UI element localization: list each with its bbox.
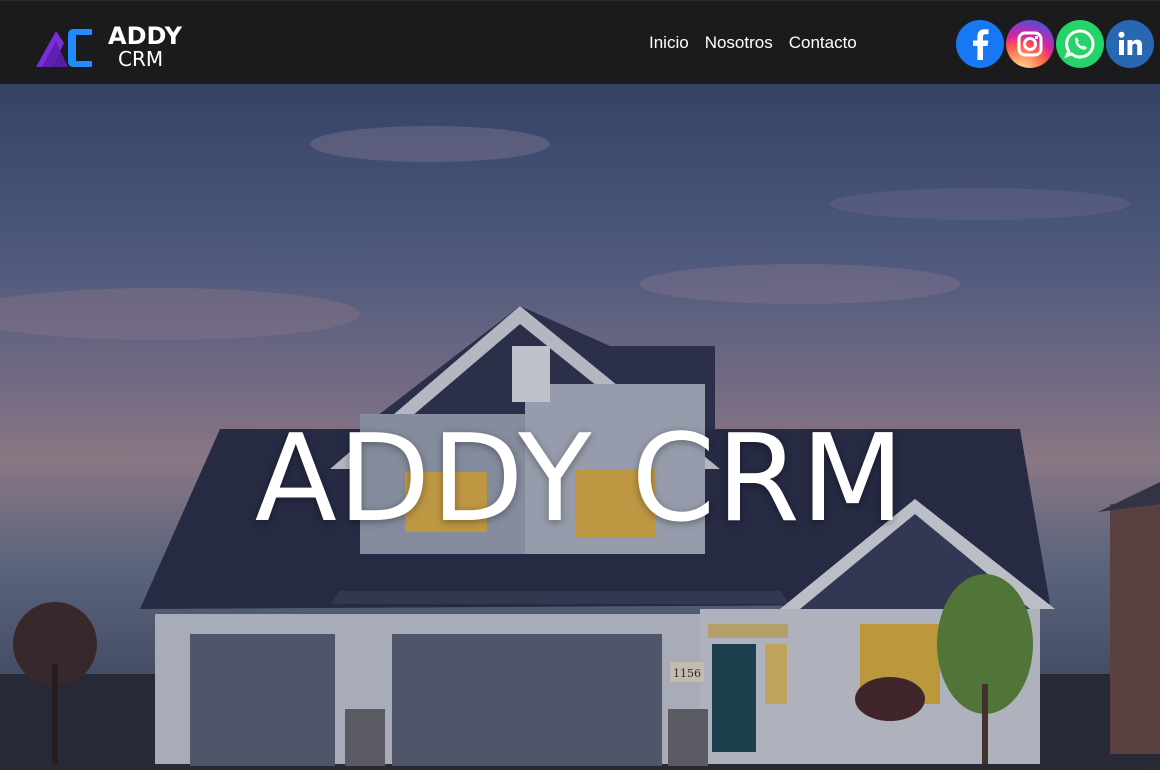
nav-link-contacto[interactable]: Contacto: [789, 33, 857, 53]
brand-name: ADDY: [108, 21, 183, 50]
nav-links: Inicio Nosotros Contacto: [649, 33, 857, 53]
instagram-icon[interactable]: [1006, 20, 1054, 68]
social-icons: [956, 20, 1154, 68]
top-navbar: ADDY CRM Inicio Nosotros Contacto: [0, 0, 1160, 84]
nav-link-inicio[interactable]: Inicio: [649, 33, 689, 53]
brand-text: ADDY CRM: [108, 24, 182, 69]
linkedin-icon[interactable]: [1106, 20, 1154, 68]
brand-logo[interactable]: ADDY CRM: [34, 23, 182, 69]
facebook-icon[interactable]: [956, 20, 1004, 68]
nav-link-nosotros[interactable]: Nosotros: [705, 33, 773, 53]
whatsapp-icon[interactable]: [1056, 20, 1104, 68]
brand-sub: CRM: [118, 46, 164, 71]
logo-mark-icon: [36, 29, 92, 67]
hero-title: ADDY CRM: [254, 410, 906, 549]
hero-banner: 1156 ADDY CRM: [0, 84, 1160, 770]
